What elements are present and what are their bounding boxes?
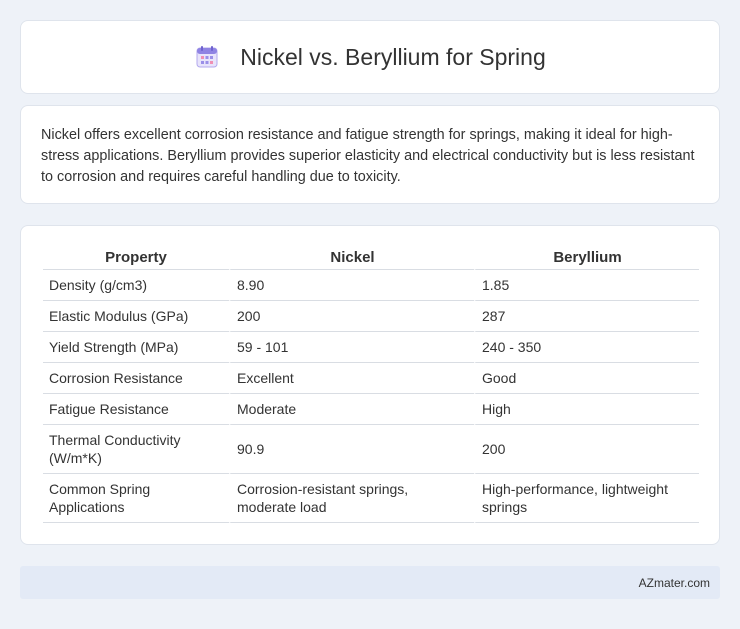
table-cell: Elastic Modulus (GPa) bbox=[43, 301, 229, 332]
table-cell: 59 - 101 bbox=[229, 332, 474, 363]
table-row: Corrosion Resistance Excellent Good bbox=[43, 363, 699, 394]
table-row: Yield Strength (MPa) 59 - 101 240 - 350 bbox=[43, 332, 699, 363]
table-cell: Fatigue Resistance bbox=[43, 394, 229, 425]
footer: AZmater.com bbox=[20, 566, 720, 599]
table-cell: Corrosion Resistance bbox=[43, 363, 229, 394]
table-cell: 1.85 bbox=[474, 270, 699, 301]
description-text: Nickel offers excellent corrosion resist… bbox=[41, 127, 695, 185]
table-row: Density (g/cm3) 8.90 1.85 bbox=[43, 270, 699, 301]
table-cell: High-performance, lightweight springs bbox=[474, 474, 699, 523]
table-cell: Good bbox=[474, 363, 699, 394]
title-card: Nickel vs. Beryllium for Spring bbox=[20, 20, 720, 94]
table-row: Common Spring Applications Corrosion-res… bbox=[43, 474, 699, 523]
table-row: Fatigue Resistance Moderate High bbox=[43, 394, 699, 425]
page-title: Nickel vs. Beryllium for Spring bbox=[240, 43, 546, 70]
footer-source: AZmater.com bbox=[638, 575, 710, 590]
table-cell: Excellent bbox=[229, 363, 474, 394]
table-cell: Common Spring Applications bbox=[43, 474, 229, 523]
table-row: Thermal Conductivity (W/m*K) 90.9 200 bbox=[43, 425, 699, 474]
description-card: Nickel offers excellent corrosion resist… bbox=[20, 105, 720, 204]
comparison-table-card: Property Nickel Beryllium Density (g/cm3… bbox=[20, 225, 720, 545]
table-cell: 8.90 bbox=[229, 270, 474, 301]
table-row: Elastic Modulus (GPa) 200 287 bbox=[43, 301, 699, 332]
table-cell: Density (g/cm3) bbox=[43, 270, 229, 301]
column-header-nickel: Nickel bbox=[229, 246, 474, 270]
table-cell: Moderate bbox=[229, 394, 474, 425]
table-cell: 287 bbox=[474, 301, 699, 332]
column-header-property: Property bbox=[43, 246, 229, 270]
calendar-icon bbox=[194, 44, 220, 70]
table-cell: High bbox=[474, 394, 699, 425]
column-header-beryllium: Beryllium bbox=[474, 246, 699, 270]
table-cell: 200 bbox=[474, 425, 699, 474]
table-cell: Corrosion-resistant springs, moderate lo… bbox=[229, 474, 474, 523]
table-cell: 240 - 350 bbox=[474, 332, 699, 363]
table-cell: Thermal Conductivity (W/m*K) bbox=[43, 425, 229, 474]
table-header-row: Property Nickel Beryllium bbox=[43, 246, 699, 270]
comparison-table: Property Nickel Beryllium Density (g/cm3… bbox=[43, 246, 699, 523]
table-cell: Yield Strength (MPa) bbox=[43, 332, 229, 363]
table-cell: 200 bbox=[229, 301, 474, 332]
table-cell: 90.9 bbox=[229, 425, 474, 474]
